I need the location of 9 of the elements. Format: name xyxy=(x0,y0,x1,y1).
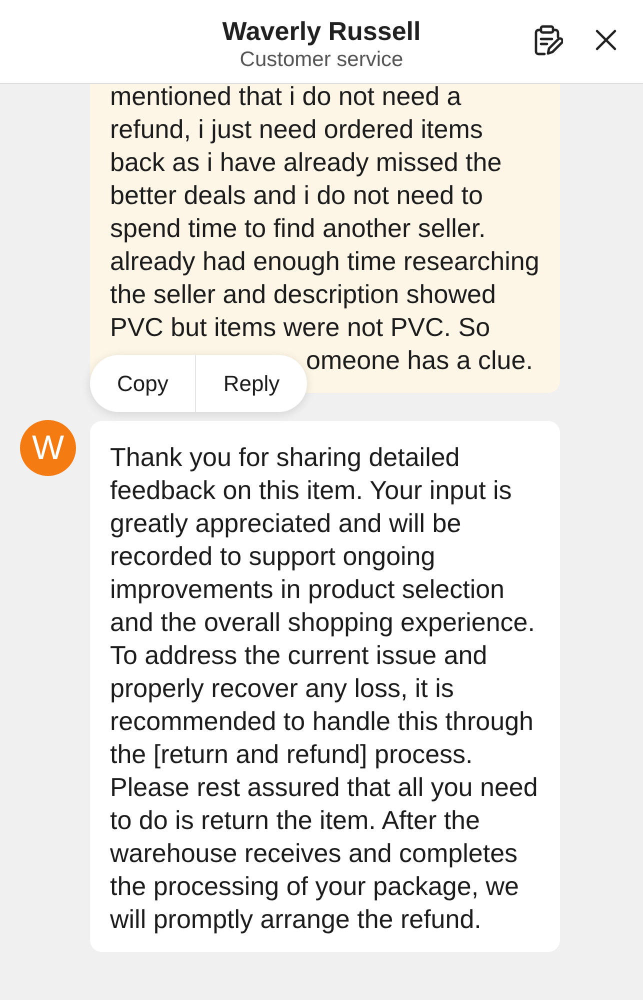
menu-item[interactable]: Reply xyxy=(196,355,307,412)
message-text: Thank you for sharing detailed feedback on this item. Your input is greatly appreciated and will be recorded to support ongoing improvements in product selection and the overall shopping experience. To address the current issue and properly recover any loss, it is recommended to handle this through the [return and refund] process. xyxy=(110,441,536,771)
avatar: W xyxy=(20,420,76,476)
menu-item[interactable]: Copy xyxy=(90,355,196,412)
contact-role: Customer service xyxy=(240,47,404,73)
message-text: Please rest assured that all you need to do is return the item. After the warehouse receives and completes the processing of your package, we will promptly arrange the refund. xyxy=(110,771,539,936)
contact-name: Waverly Russell xyxy=(222,16,421,46)
close-icon[interactable] xyxy=(593,27,619,53)
message-text: omeone has a clue. xyxy=(305,344,534,377)
